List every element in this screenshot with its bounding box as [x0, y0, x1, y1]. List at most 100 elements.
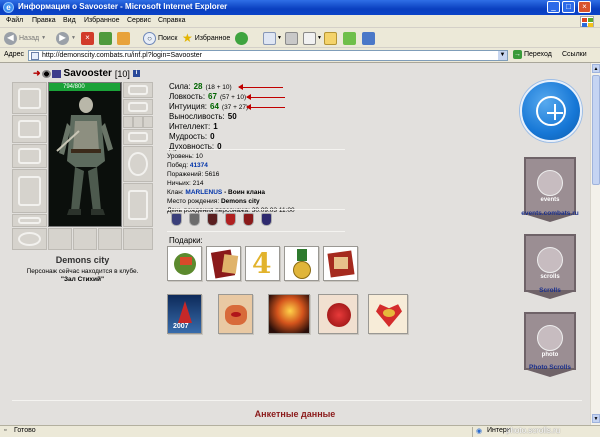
address-url[interactable]: http://demonscity.combats.ru/inf.pl?logi… — [42, 52, 202, 59]
gift-photo[interactable] — [323, 246, 358, 281]
edit-button[interactable]: ▼ — [303, 31, 322, 45]
character-level: [10] — [114, 68, 130, 79]
amulet-icon — [128, 102, 148, 112]
gift-lips-card[interactable] — [218, 294, 253, 334]
medal-icon[interactable] — [189, 213, 200, 226]
alignment-icon — [41, 69, 51, 78]
boots-slot[interactable] — [123, 183, 153, 227]
links-button[interactable]: Ссылки — [562, 51, 587, 58]
messenger-button[interactable] — [343, 31, 356, 45]
close-button[interactable]: × — [578, 1, 591, 13]
chevron-down-icon[interactable]: ▼ — [498, 51, 507, 60]
medal-icon[interactable] — [207, 213, 218, 226]
window-title: Информация о Savooster - Microsoft Inter… — [18, 2, 228, 11]
shield-slot[interactable] — [123, 146, 153, 182]
medal-icon[interactable] — [243, 213, 254, 226]
gift-rose[interactable] — [318, 294, 358, 334]
character-header: ➜ Savooster [10] i — [33, 68, 140, 79]
gift-medal[interactable] — [284, 246, 319, 281]
home-button[interactable] — [117, 31, 130, 45]
vertical-scrollbar[interactable]: ▲ ▼ — [590, 63, 600, 425]
refresh-button[interactable] — [99, 31, 112, 45]
shield-icon — [128, 152, 148, 176]
ring-slot-3[interactable] — [143, 116, 153, 128]
justice-scales-badge[interactable] — [520, 80, 582, 142]
stat-bonus: (18 + 10) — [205, 84, 232, 91]
media-icon — [235, 31, 248, 45]
helmet-slot[interactable] — [12, 82, 47, 114]
belt-slot[interactable] — [12, 214, 47, 227]
scroll-up-arrow-icon[interactable]: ▲ — [592, 64, 600, 73]
gift-card[interactable] — [206, 246, 241, 281]
gloves-slot[interactable] — [123, 129, 153, 145]
menu-view[interactable]: Вид — [63, 17, 76, 24]
address-input[interactable]: http://demonscity.combats.ru/inf.pl?logi… — [28, 50, 508, 61]
alignment-arrow-icon: ➜ — [33, 68, 41, 78]
city-name: Demons city — [55, 255, 110, 265]
folder-button[interactable] — [324, 31, 337, 45]
gift-number-four[interactable]: 4 — [245, 246, 280, 281]
stat-label: Сила: — [169, 82, 191, 91]
maximize-button[interactable]: □ — [562, 1, 575, 13]
scrolls-link[interactable]: Scrolls — [510, 287, 590, 294]
scroll-down-arrow-icon[interactable]: ▼ — [592, 414, 600, 423]
gift-heart-box[interactable] — [368, 294, 408, 334]
scroll-thumb[interactable] — [592, 75, 600, 185]
chevron-down-icon: ▼ — [317, 35, 322, 41]
medal-icon[interactable] — [225, 213, 236, 226]
address-label: Адрес — [4, 51, 25, 58]
globe-icon: ◉ — [476, 428, 483, 435]
medal-icon[interactable] — [171, 213, 182, 226]
red-arrow-annotation — [238, 84, 283, 90]
page-content: ➜ Savooster [10] i 794/800 Demons city П… — [0, 63, 600, 425]
research-button[interactable] — [362, 31, 375, 45]
pocket-slot-5[interactable] — [123, 228, 153, 250]
pocket-slot-2[interactable] — [48, 228, 72, 250]
print-button[interactable] — [285, 31, 298, 45]
back-button[interactable]: ◀ Назад ▼ — [4, 31, 46, 45]
earring-slot[interactable] — [123, 82, 153, 98]
clan-emblem-icon[interactable] — [51, 69, 61, 78]
helmet-icon — [17, 87, 42, 109]
stop-button[interactable]: × — [81, 31, 94, 45]
menu-favorites[interactable]: Избранное — [84, 17, 119, 24]
weapon-slot[interactable] — [12, 115, 47, 143]
bracers-slot[interactable] — [12, 144, 47, 168]
stat-value: 0 — [210, 132, 215, 141]
menu-edit[interactable]: Правка — [32, 17, 56, 24]
favorites-button[interactable]: ★ Избранное — [182, 31, 230, 45]
events-link[interactable]: events.combats.ru — [510, 210, 590, 217]
armor-slot[interactable] — [12, 169, 47, 213]
ring-slot-2[interactable] — [133, 116, 143, 128]
go-button[interactable]: → Переход — [513, 50, 552, 59]
location-status: Персонаж сейчас находится в клубе. — [26, 268, 139, 275]
photo-scrolls-link[interactable]: Photo Scrolls — [510, 364, 590, 371]
mail-button[interactable]: ▼ — [263, 31, 282, 45]
menu-tools[interactable]: Сервис — [127, 17, 151, 24]
info-draws: Ничьих: 214 — [167, 180, 204, 187]
scrolls-banner[interactable]: scrolls — [524, 234, 576, 299]
amulet-slot[interactable] — [123, 99, 153, 115]
events-banner[interactable]: events — [524, 157, 576, 222]
search-button[interactable]: ○ Поиск — [143, 31, 177, 45]
scales-icon — [536, 96, 566, 126]
equipment-panel: 794/800 — [12, 82, 153, 250]
menu-bar: Файл Правка Вид Избранное Сервис Справка — [0, 15, 600, 28]
ring-slot-1[interactable] — [123, 116, 133, 128]
gift-goblin[interactable] — [167, 246, 202, 281]
medal-icon[interactable] — [261, 213, 272, 226]
stat-row: Интеллект: 1 — [169, 122, 369, 132]
pocket-slot-4[interactable] — [98, 228, 122, 250]
menu-help[interactable]: Справка — [158, 17, 185, 24]
clan-link[interactable]: MARLENUS — [185, 189, 222, 196]
info-icon[interactable]: i — [132, 70, 140, 77]
menu-file[interactable]: Файл — [6, 17, 23, 24]
media-button[interactable] — [235, 31, 250, 45]
pocket-slot-3[interactable] — [73, 228, 97, 250]
photo-scrolls-banner[interactable]: photo — [524, 312, 576, 377]
gift-fireworks[interactable] — [268, 294, 310, 334]
gift-new-year-2007[interactable]: 2007 — [167, 294, 202, 334]
forward-button[interactable]: ▶ ▼ — [56, 31, 76, 45]
pocket-slot-1[interactable] — [12, 228, 47, 250]
minimize-button[interactable]: _ — [547, 1, 560, 13]
